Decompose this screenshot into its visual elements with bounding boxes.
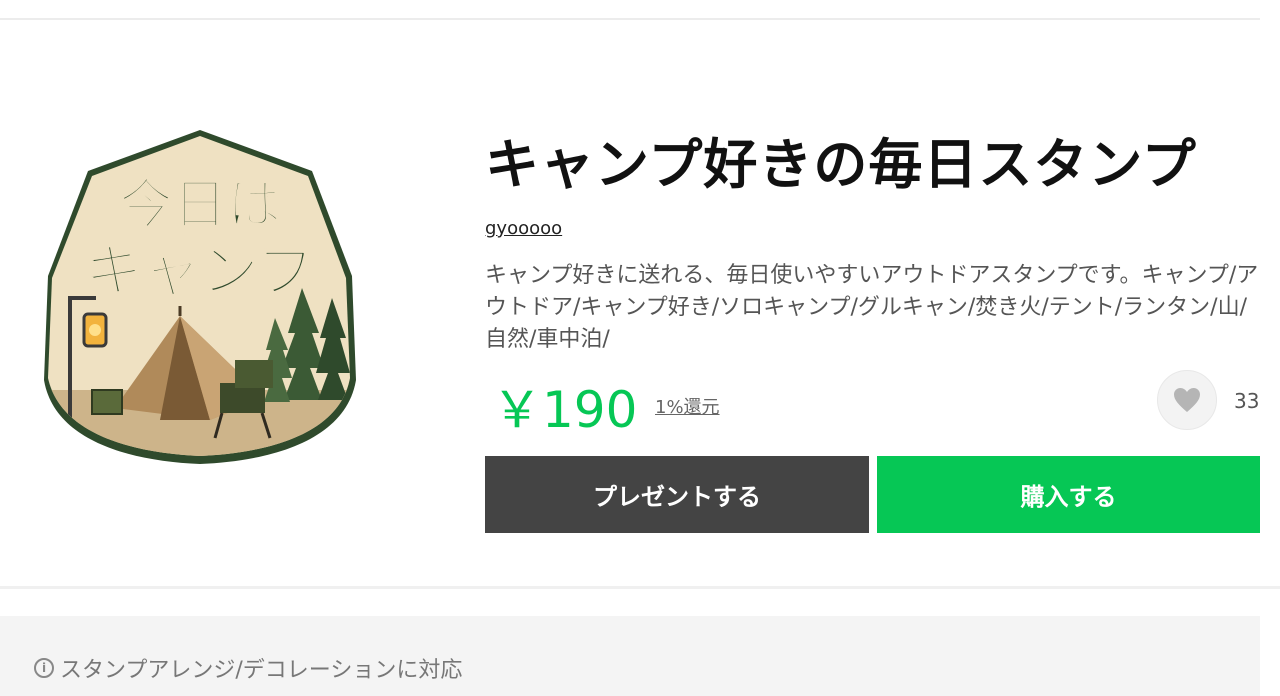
product-title: キャンプ好きの毎日スタンプ	[485, 133, 1197, 196]
sticker-text-line1: 今日は	[119, 173, 281, 236]
feature-info: i スタンプアレンジ/デコレーションに対応	[34, 652, 462, 684]
info-icon: i	[34, 658, 54, 678]
top-divider	[0, 18, 1260, 20]
product-description: キャンプ好きに送れる、毎日使いやすいアウトドアスタンプです。キャンプ/アウトドア…	[485, 263, 1259, 352]
author-link[interactable]: gyooooo	[485, 218, 562, 239]
present-button[interactable]: プレゼントする	[485, 456, 869, 533]
present-button-label: プレゼントする	[593, 483, 761, 511]
camping-badge-illustration: 今日は キャンプ	[44, 130, 356, 464]
buy-button[interactable]: 購入する	[877, 456, 1260, 533]
feature-info-label: スタンプアレンジ/デコレーションに対応	[60, 658, 463, 683]
like-button[interactable]	[1157, 370, 1217, 430]
heart-icon	[1174, 388, 1200, 412]
buy-button-label: 購入する	[1020, 483, 1117, 511]
like-count: 33	[1234, 389, 1260, 413]
section-divider	[0, 586, 1280, 589]
price: ￥190	[492, 381, 638, 439]
cashback-link[interactable]: 1%還元	[655, 393, 720, 419]
sticker-image: 今日は キャンプ	[40, 128, 360, 468]
sticker-text-line2: キャンプ	[85, 237, 315, 305]
